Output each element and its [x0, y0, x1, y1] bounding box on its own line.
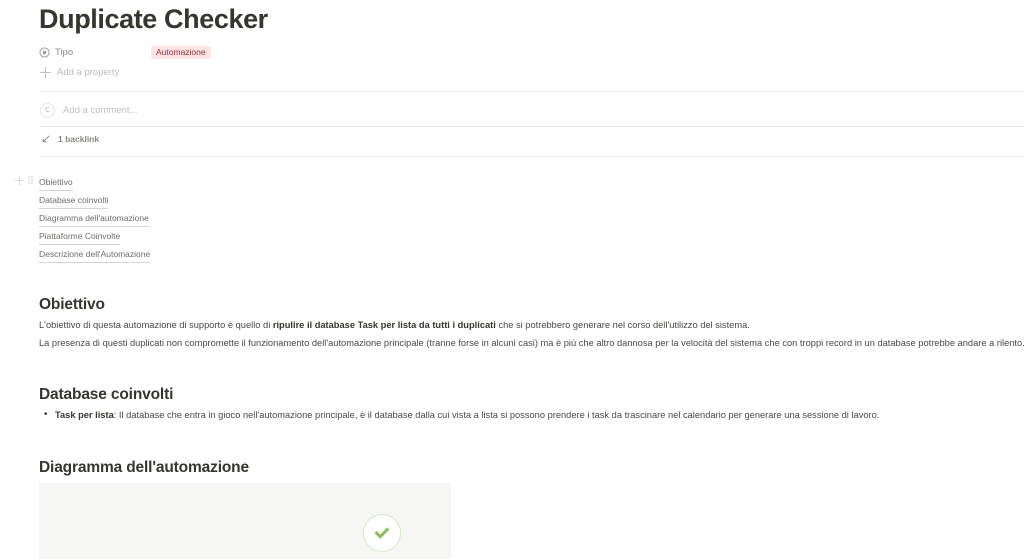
paragraph-obiettivo-1-bold: ripulire il database Task per lista da t…	[272, 320, 496, 330]
add-block-icon[interactable]	[15, 175, 24, 185]
check-icon	[374, 525, 390, 541]
property-row-tipo[interactable]: Tipo Automazione	[39, 44, 211, 60]
list-item-rest: : Il database che entra in gioco nell'au…	[113, 410, 880, 420]
property-tag-automazione[interactable]: Automazione	[151, 45, 211, 59]
backlink-arrow-icon	[41, 134, 51, 144]
list-item-bold: Task per lista	[55, 410, 114, 420]
toc-item-database-coinvolti[interactable]: Database coinvolti	[39, 191, 109, 209]
page-title[interactable]: Duplicate Checker	[39, 2, 268, 36]
heading-diagramma-dell-automazione: Diagramma dell'automazione	[39, 459, 249, 476]
avatar: C	[40, 103, 55, 118]
comment-input-row[interactable]: C Add a comment...	[40, 103, 137, 118]
heading-obiettivo: Obiettivo	[39, 296, 105, 313]
property-label-tipo: Tipo	[55, 46, 74, 58]
add-property-button[interactable]: Add a property	[40, 67, 119, 78]
paragraph-obiettivo-1-before: L'obiettivo di questa automazione di sup…	[39, 320, 273, 330]
toc-item-obiettivo[interactable]: Obiettivo	[39, 173, 73, 191]
table-of-contents: Obiettivo Database coinvolti Diagramma d…	[15, 173, 151, 263]
divider-backlink	[39, 156, 1024, 157]
backlinks-toggle[interactable]: 1 backlink	[41, 134, 99, 144]
select-icon	[39, 46, 50, 58]
block-handles[interactable]	[15, 175, 34, 185]
list-item-text: Task per lista: Il database che entra in…	[55, 408, 879, 422]
list-item: • Task per lista: Il database che entra …	[44, 408, 879, 422]
toc-item-descrizione-dell-automazione[interactable]: Descrizione dell'Automazione	[39, 245, 151, 263]
backlink-count-label: 1 backlink	[58, 134, 100, 144]
comment-input[interactable]: Add a comment...	[63, 105, 137, 116]
toc-item-diagramma-dell-automazione[interactable]: Diagramma dell'automazione	[39, 209, 149, 227]
diagram-image-panel[interactable]	[39, 483, 451, 559]
bullet-icon: •	[44, 409, 48, 420]
divider-top	[39, 91, 1024, 92]
paragraph-obiettivo-2: La presenza di questi duplicati non comp…	[39, 338, 1024, 348]
heading-database-coinvolti: Database coinvolti	[39, 386, 174, 403]
paragraph-obiettivo-1-after: che si potrebbero generare nel corso del…	[495, 320, 750, 330]
toc-item-piattaforme-coinvolte[interactable]: Piattaforme Coinvolte	[39, 227, 121, 245]
check-badge	[363, 514, 401, 552]
notion-page: Duplicate Checker Tipo Automazione Add a…	[0, 0, 1024, 559]
paragraph-obiettivo-1: L'obiettivo di questa automazione di sup…	[39, 318, 750, 332]
divider-comment	[39, 126, 1024, 127]
plus-icon	[40, 67, 51, 78]
drag-handle-icon[interactable]	[28, 175, 34, 185]
add-property-label: Add a property	[57, 67, 120, 78]
